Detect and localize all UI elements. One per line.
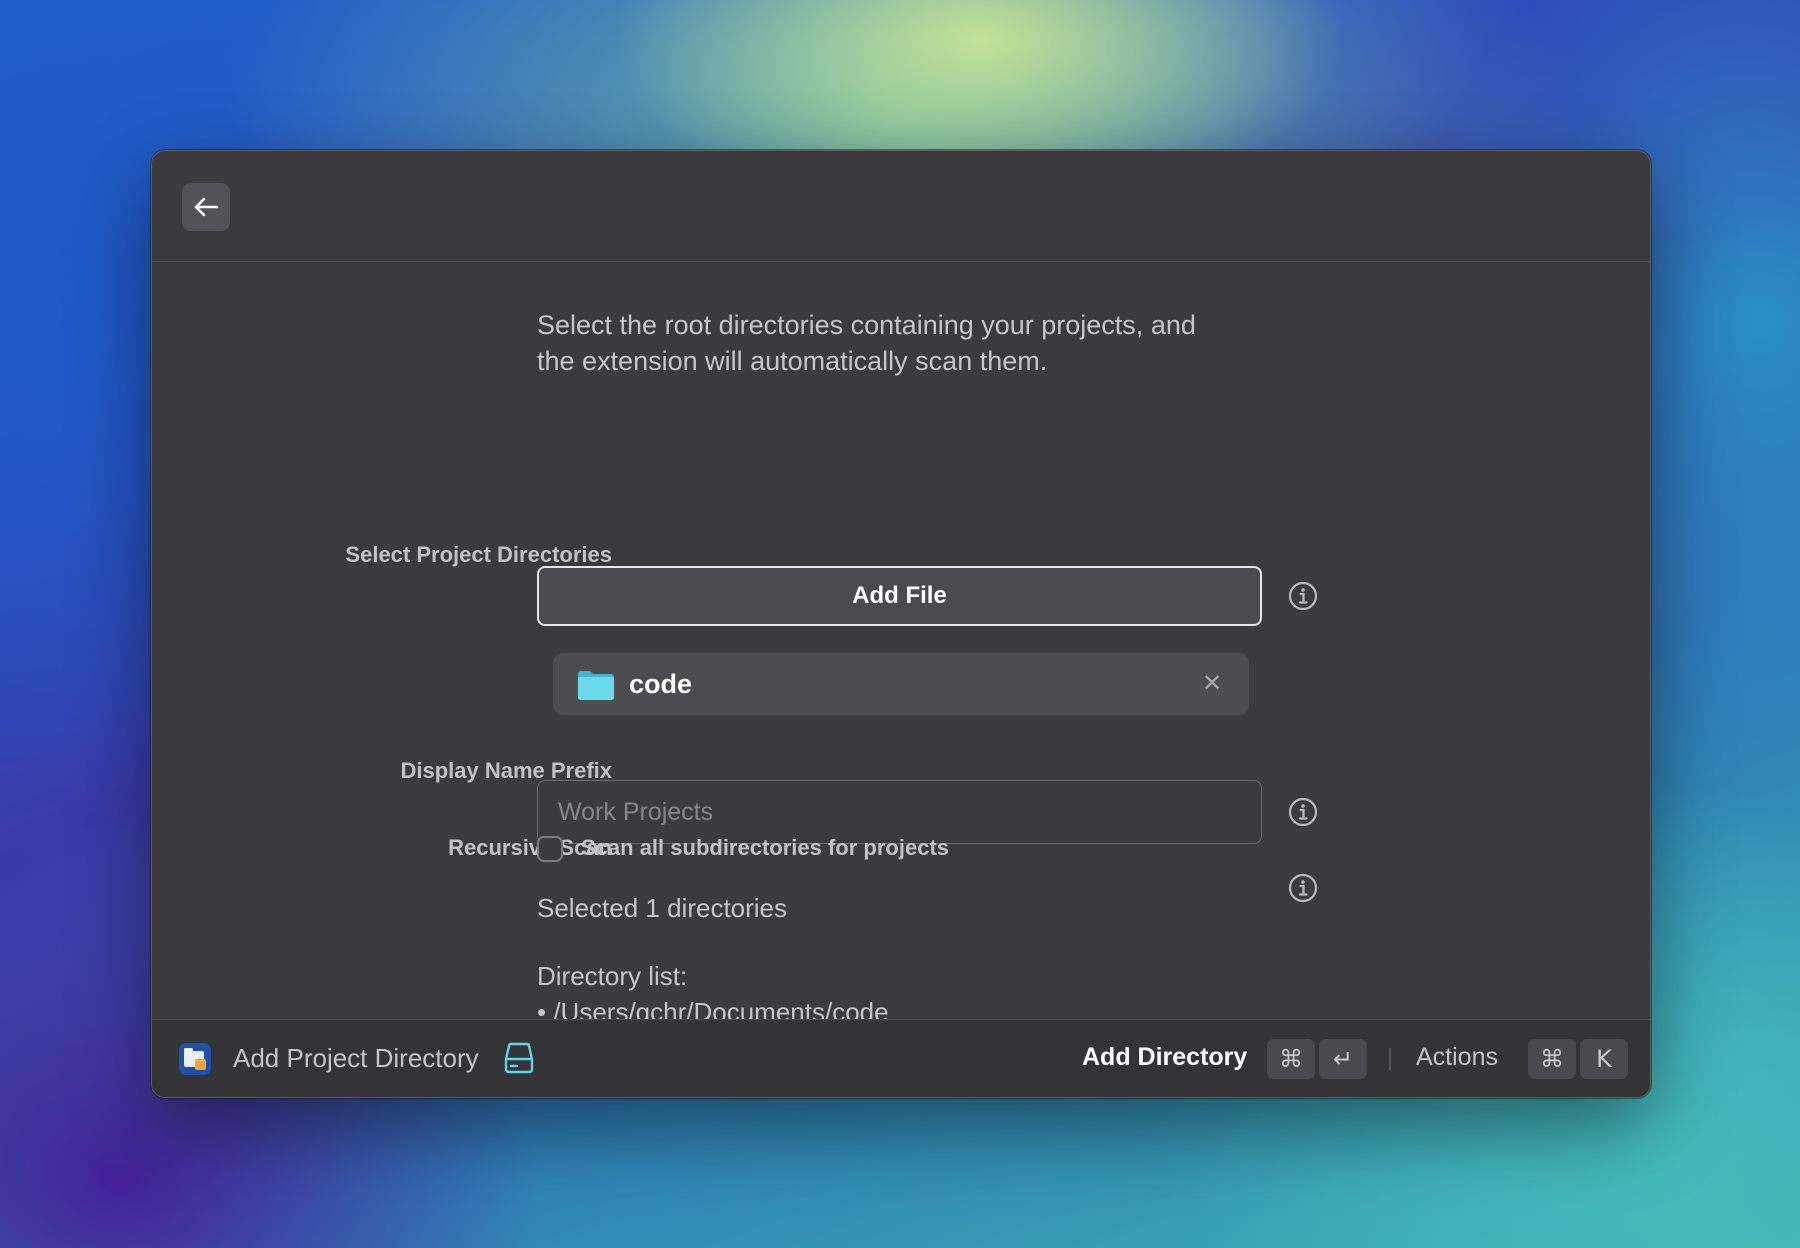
selected-count-text: Selected 1 directories <box>537 893 788 923</box>
shortcut-key-command: ⌘ <box>1528 1039 1576 1079</box>
info-circle-icon[interactable] <box>1288 873 1318 903</box>
intro-text: Select the root directories containing y… <box>537 307 1257 379</box>
back-button[interactable] <box>182 183 230 231</box>
form-content: Select the root directories containing y… <box>152 262 1650 1027</box>
arrow-left-icon <box>194 197 219 217</box>
add-directory-action[interactable]: Add Directory <box>1082 1043 1247 1072</box>
footer-divider <box>1389 1048 1391 1070</box>
shortcut-key-k: K <box>1580 1039 1628 1079</box>
top-bar <box>152 151 1650 262</box>
directory-name: code <box>629 669 693 699</box>
hard-drive-icon <box>504 1042 534 1074</box>
shortcut-key-command: ⌘ <box>1267 1039 1315 1079</box>
extension-app-icon <box>179 1043 211 1075</box>
directories-label: Select Project Directories <box>345 542 612 567</box>
recursive-checkbox[interactable] <box>537 836 563 862</box>
directory-list-heading: Directory list: <box>537 961 688 991</box>
shortcut-key-enter: ↵ <box>1319 1039 1367 1079</box>
folder-icon <box>578 671 614 700</box>
selected-directory-chip: code ✕ <box>553 653 1249 715</box>
remove-directory-icon[interactable]: ✕ <box>1199 669 1225 699</box>
intro-line-1: Select the root directories containing y… <box>537 310 1196 340</box>
recursive-checkbox-label[interactable]: Scan all subdirectories for projects <box>581 835 949 861</box>
add-file-button[interactable]: Add File <box>537 566 1262 626</box>
actions-menu-button[interactable]: Actions <box>1416 1043 1498 1072</box>
extension-window: Select the root directories containing y… <box>151 150 1651 1098</box>
info-circle-icon[interactable] <box>1288 581 1318 611</box>
footer-command-title: Add Project Directory <box>233 1043 479 1073</box>
intro-line-2: the extension will automatically scan th… <box>537 346 1048 376</box>
action-bar: Add Project Directory Add Directory ⌘ ↵ … <box>152 1019 1650 1097</box>
info-circle-icon[interactable] <box>1288 797 1318 827</box>
